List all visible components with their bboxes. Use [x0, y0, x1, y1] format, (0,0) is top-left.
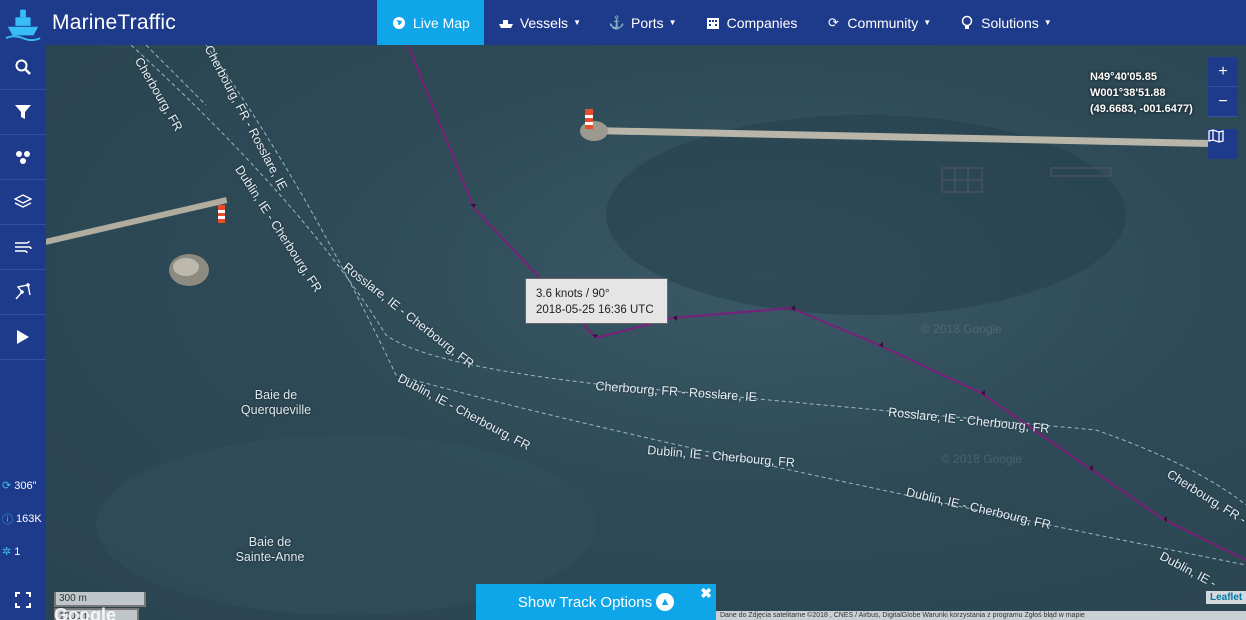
coordinates-lat: N49°40'05.85: [1090, 71, 1157, 83]
show-track-options-button[interactable]: Show Track Options ▲ ✖: [476, 584, 716, 620]
chevron-down-icon: ▼: [573, 18, 581, 27]
layers-button[interactable]: [0, 180, 46, 225]
zoom-out-button[interactable]: −: [1208, 87, 1238, 117]
place-label-sainte-anne: Baie de Sainte-Anne: [235, 535, 305, 564]
breakwater-west: [46, 197, 228, 247]
tooltip-speed: 3.6 knots / 90°: [536, 288, 610, 300]
minus-icon: −: [1218, 92, 1228, 110]
settings-stat[interactable]: ✲ 1: [0, 535, 46, 568]
brand[interactable]: MarineTraffic: [0, 0, 377, 45]
nav-solutions[interactable]: Solutions ▼: [945, 0, 1066, 45]
nav-vessels[interactable]: Vessels ▼: [484, 0, 595, 45]
vessel-count-stat[interactable]: ⓘ 163K: [0, 502, 46, 535]
globe-icon: [391, 16, 407, 30]
lighthouse-east: [585, 109, 593, 129]
search-button[interactable]: [0, 45, 46, 90]
nav-label: Ports: [630, 14, 664, 31]
nav-companies[interactable]: Companies: [691, 0, 812, 45]
fleet-button[interactable]: [0, 135, 46, 180]
chevron-up-icon: ▲: [656, 593, 675, 611]
anchor-icon: ⚓: [608, 14, 626, 30]
building-icon: [705, 16, 721, 29]
filter-button[interactable]: [0, 90, 46, 135]
nav-label: Solutions: [981, 14, 1039, 31]
ship-icon: [498, 17, 514, 29]
nav-community[interactable]: ⟳ Community ▼: [811, 0, 945, 45]
map-type-button[interactable]: [1208, 129, 1238, 159]
nav-ports[interactable]: ⚓ Ports ▼: [595, 0, 691, 45]
google-logo: Google: [54, 605, 116, 620]
tooltip-timestamp: 2018-05-25 16:36 UTC: [536, 304, 654, 316]
ship-logo-icon: [5, 9, 41, 41]
refresh-stat[interactable]: ⟳ 306": [0, 469, 46, 502]
filter-icon: [15, 104, 31, 119]
close-icon[interactable]: ✖: [700, 585, 712, 602]
map-sidebar: ⟳ 306" ⓘ 163K ✲ 1: [0, 45, 46, 620]
nav-label: Companies: [726, 14, 798, 31]
track-point-tooltip: 3.6 knots / 90° 2018-05-25 16:36 UTC: [525, 278, 668, 324]
zoom-in-button[interactable]: +: [1208, 57, 1238, 87]
nav-label: Live Map: [413, 14, 470, 31]
route-icon: [15, 283, 31, 300]
map-overlay: © 2018 Google © 2018 Google: [46, 45, 1246, 615]
chevron-down-icon: ▼: [668, 18, 677, 27]
playback-button[interactable]: [0, 315, 46, 360]
track-options-label: Show Track Options: [517, 593, 653, 611]
weather-button[interactable]: [0, 225, 46, 270]
refresh-stat-value: 306": [14, 479, 37, 492]
brand-name: MarineTraffic: [52, 10, 176, 34]
zoom-control: + −: [1208, 57, 1238, 117]
leaflet-link[interactable]: Leaflet: [1206, 591, 1246, 604]
play-icon: [17, 330, 29, 344]
route-button[interactable]: [0, 270, 46, 315]
map-watermark: © 2018 Google: [921, 322, 1002, 336]
nav-live-map[interactable]: Live Map: [377, 0, 484, 45]
coordinates-readout: N49°40'05.85 W001°38'51.88 (49.6683, -00…: [1090, 69, 1193, 117]
sidebar-stats: ⟳ 306" ⓘ 163K ✲ 1: [0, 469, 46, 568]
place-label-querqueville: Baie de Querqueville: [240, 388, 312, 417]
vessel-count-value: 163K: [16, 512, 42, 525]
plus-icon: +: [1218, 62, 1228, 80]
expand-icon: [15, 592, 31, 608]
map-attribution[interactable]: Dane do Zdjęcia satelitarne ©2018 , CNES…: [716, 611, 1246, 620]
map-watermark: © 2018 Google: [941, 452, 1022, 466]
refresh-icon: ⟳: [827, 14, 839, 30]
top-navigation-bar: MarineTraffic Live Map Vessels ▼ ⚓ Ports…: [0, 0, 1246, 45]
map-canvas[interactable]: © 2018 Google © 2018 Google Cherbourg, F…: [46, 45, 1246, 620]
main-nav: Live Map Vessels ▼ ⚓ Ports ▼ Companies ⟳…: [377, 0, 1066, 45]
map-icon: [1208, 129, 1224, 143]
refresh-icon: ⟳: [2, 480, 12, 492]
info-icon: ⓘ: [2, 513, 13, 526]
nav-label: Community: [847, 14, 919, 31]
fleet-icon: [16, 151, 30, 164]
gear-icon: ✲: [2, 546, 12, 558]
lighthouse-west: [218, 205, 225, 223]
chevron-down-icon: ▼: [1043, 18, 1052, 27]
search-icon: [15, 59, 31, 75]
coordinates-decimal: (49.6683, -001.6477): [1090, 103, 1193, 115]
nav-label: Vessels: [519, 14, 569, 31]
fullscreen-button[interactable]: [0, 580, 46, 620]
coordinates-lon: W001°38'51.88: [1090, 87, 1166, 99]
settings-stat-value: 1: [14, 545, 21, 558]
chevron-down-icon: ▼: [923, 18, 932, 27]
layers-icon: [14, 194, 32, 208]
wind-icon: [15, 240, 32, 254]
lightbulb-icon: [959, 15, 975, 30]
